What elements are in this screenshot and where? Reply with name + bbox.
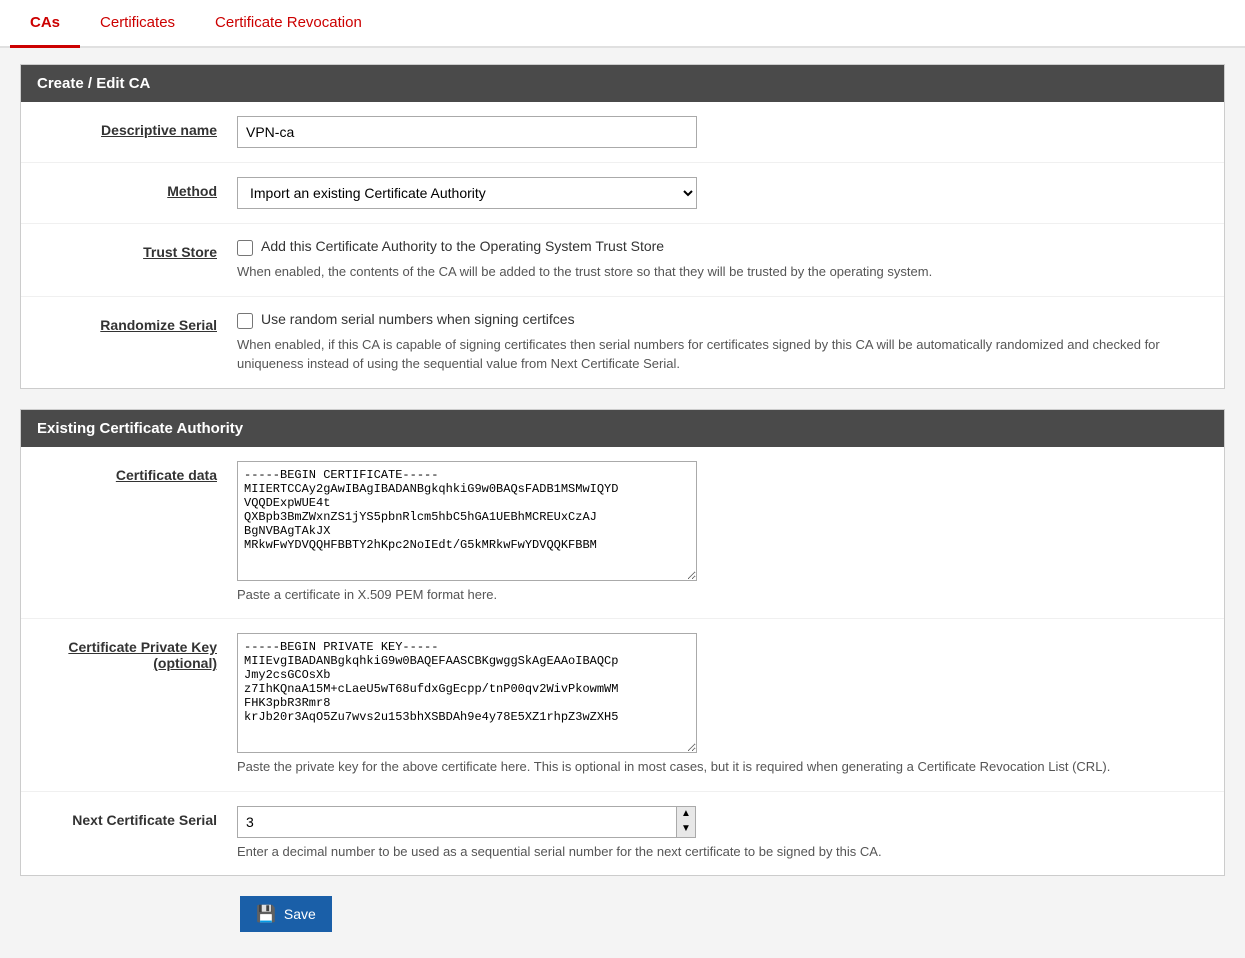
- cert-private-key-row: Certificate Private Key (optional) -----…: [21, 619, 1224, 792]
- serial-input-wrap: ▲ ▼: [237, 806, 1208, 838]
- serial-spinner: ▲ ▼: [677, 806, 696, 838]
- descriptive-name-label: Descriptive name: [37, 116, 237, 138]
- cert-data-textarea[interactable]: -----BEGIN CERTIFICATE----- MIIERTCCAy2g…: [237, 461, 697, 581]
- randomize-serial-hint: When enabled, if this CA is capable of s…: [237, 335, 1208, 374]
- cert-data-label: Certificate data: [37, 461, 237, 483]
- next-cert-serial-hint: Enter a decimal number to be used as a s…: [237, 842, 1208, 862]
- trust-store-label: Trust Store: [37, 238, 237, 260]
- cert-data-wrap: -----BEGIN CERTIFICATE----- MIIERTCCAy2g…: [237, 461, 1208, 605]
- tab-certificate-revocation[interactable]: Certificate Revocation: [195, 0, 382, 48]
- descriptive-name-input[interactable]: [237, 116, 697, 148]
- cert-private-key-wrap: -----BEGIN PRIVATE KEY----- MIIEvgIBADAN…: [237, 633, 1208, 777]
- cert-private-key-label: Certificate Private Key (optional): [37, 633, 237, 671]
- cert-private-key-textarea-wrap: -----BEGIN PRIVATE KEY----- MIIEvgIBADAN…: [237, 633, 1208, 753]
- randomize-serial-checkbox-label: Use random serial numbers when signing c…: [261, 311, 575, 327]
- cert-data-textarea-wrap: -----BEGIN CERTIFICATE----- MIIERTCCAy2g…: [237, 461, 1208, 581]
- next-cert-serial-wrap: ▲ ▼ Enter a decimal number to be used as…: [237, 806, 1208, 862]
- save-button-label: Save: [284, 906, 316, 922]
- randomize-serial-label: Randomize Serial: [37, 311, 237, 333]
- descriptive-name-row: Descriptive name: [21, 102, 1224, 163]
- method-wrap: Import an existing Certificate Authority…: [237, 177, 1208, 209]
- descriptive-name-wrap: [237, 116, 1208, 148]
- tab-cas[interactable]: CAs: [10, 0, 80, 48]
- serial-decrement-button[interactable]: ▼: [677, 822, 695, 837]
- tab-bar: CAs Certificates Certificate Revocation: [0, 0, 1245, 48]
- randomize-serial-checkbox-row: Use random serial numbers when signing c…: [237, 311, 1208, 329]
- cert-data-hint: Paste a certificate in X.509 PEM format …: [237, 585, 1208, 605]
- existing-ca-panel: Existing Certificate Authority Certifica…: [20, 409, 1225, 877]
- next-cert-serial-input[interactable]: [237, 806, 677, 838]
- cert-private-key-hint: Paste the private key for the above cert…: [237, 757, 1208, 777]
- create-edit-ca-panel: Create / Edit CA Descriptive name Method…: [20, 64, 1225, 389]
- save-icon: 💾: [256, 904, 276, 924]
- tab-certificates[interactable]: Certificates: [80, 0, 195, 48]
- randomize-serial-checkbox[interactable]: [237, 313, 253, 329]
- trust-store-row: Trust Store Add this Certificate Authori…: [21, 224, 1224, 297]
- serial-increment-button[interactable]: ▲: [677, 807, 695, 822]
- next-cert-serial-row: Next Certificate Serial ▲ ▼ Enter a deci…: [21, 792, 1224, 876]
- method-select[interactable]: Import an existing Certificate Authority…: [237, 177, 697, 209]
- randomize-serial-wrap: Use random serial numbers when signing c…: [237, 311, 1208, 374]
- cert-private-key-textarea[interactable]: -----BEGIN PRIVATE KEY----- MIIEvgIBADAN…: [237, 633, 697, 753]
- randomize-serial-row: Randomize Serial Use random serial numbe…: [21, 297, 1224, 388]
- page-content: Create / Edit CA Descriptive name Method…: [0, 48, 1245, 958]
- method-label: Method: [37, 177, 237, 199]
- create-edit-ca-header: Create / Edit CA: [21, 65, 1224, 102]
- trust-store-checkbox-label: Add this Certificate Authority to the Op…: [261, 238, 664, 254]
- next-cert-serial-label: Next Certificate Serial: [37, 806, 237, 828]
- trust-store-hint: When enabled, the contents of the CA wil…: [237, 262, 1208, 282]
- trust-store-checkbox-row: Add this Certificate Authority to the Op…: [237, 238, 1208, 256]
- save-button[interactable]: 💾 Save: [240, 896, 332, 932]
- existing-ca-header: Existing Certificate Authority: [21, 410, 1224, 447]
- cert-data-row: Certificate data -----BEGIN CERTIFICATE-…: [21, 447, 1224, 620]
- trust-store-checkbox[interactable]: [237, 240, 253, 256]
- trust-store-wrap: Add this Certificate Authority to the Op…: [237, 238, 1208, 282]
- method-row: Method Import an existing Certificate Au…: [21, 163, 1224, 224]
